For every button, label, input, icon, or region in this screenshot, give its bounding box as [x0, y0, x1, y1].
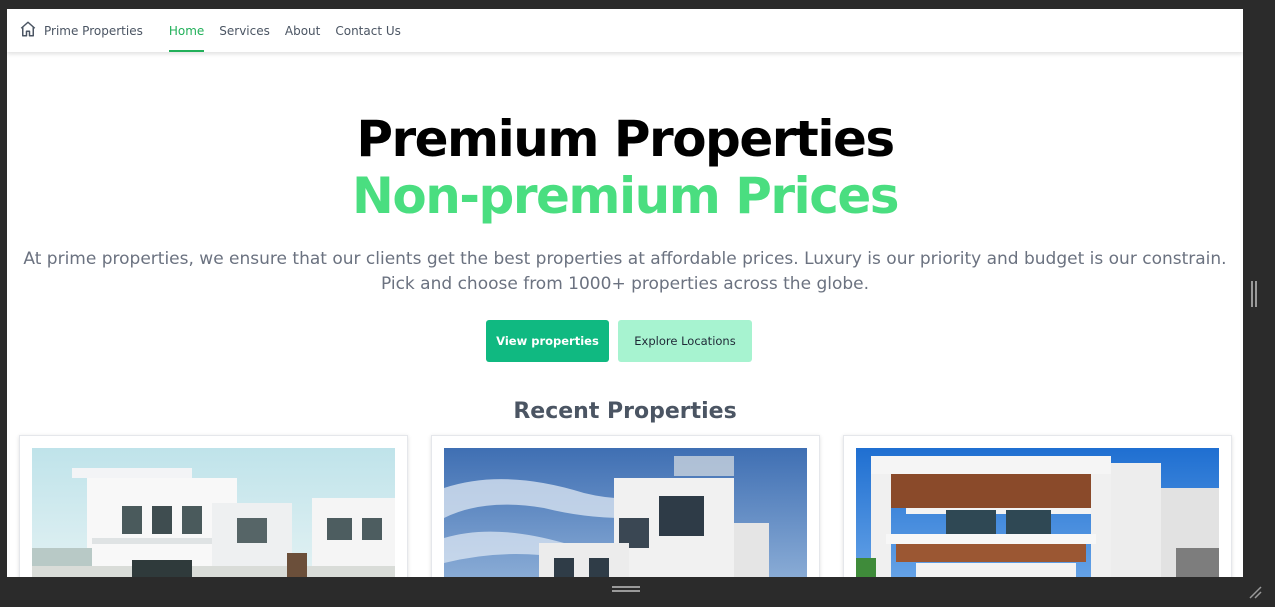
navbar: Prime Properties Home Services About Con…	[7, 9, 1243, 52]
nav-link-services[interactable]: Services	[219, 9, 270, 52]
white-apartment-building-photo[interactable]	[444, 448, 807, 577]
resize-corner-icon[interactable]	[1248, 584, 1262, 599]
property-card[interactable]	[431, 435, 820, 577]
editor-frame-left	[0, 0, 7, 607]
modern-house-wood-ceiling-photo[interactable]	[856, 448, 1219, 577]
brand-name: Prime Properties	[44, 23, 143, 38]
brand[interactable]: Prime Properties	[19, 20, 143, 42]
hero-description: At prime properties, we ensure that our …	[23, 249, 1227, 294]
view-properties-button[interactable]: View properties	[486, 320, 609, 362]
nav-link-home[interactable]: Home	[168, 9, 205, 52]
horizontal-resize-grip[interactable]	[612, 586, 640, 592]
editor-frame-bottom	[0, 577, 1275, 607]
editor-frame-top	[0, 0, 1275, 9]
nav-link-contact-us[interactable]: Contact Us	[335, 9, 401, 52]
home-icon	[19, 20, 37, 42]
preview-viewport: Prime Properties Home Services About Con…	[7, 9, 1243, 577]
property-card[interactable]	[19, 435, 408, 577]
hero-title-line-2: Non-premium Prices	[352, 167, 900, 225]
explore-locations-button[interactable]: Explore Locations	[618, 320, 752, 362]
nav-links: Home Services About Contact Us	[168, 9, 416, 52]
editor-frame-right	[1243, 0, 1275, 607]
hero-title-line-1: Premium Properties	[356, 110, 895, 168]
nav-link-about[interactable]: About	[285, 9, 320, 52]
recent-properties-title: Recent Properties	[513, 399, 737, 424]
property-card[interactable]	[843, 435, 1232, 577]
modern-white-villa-photo[interactable]	[32, 448, 395, 577]
vertical-resize-grip[interactable]	[1251, 281, 1257, 307]
